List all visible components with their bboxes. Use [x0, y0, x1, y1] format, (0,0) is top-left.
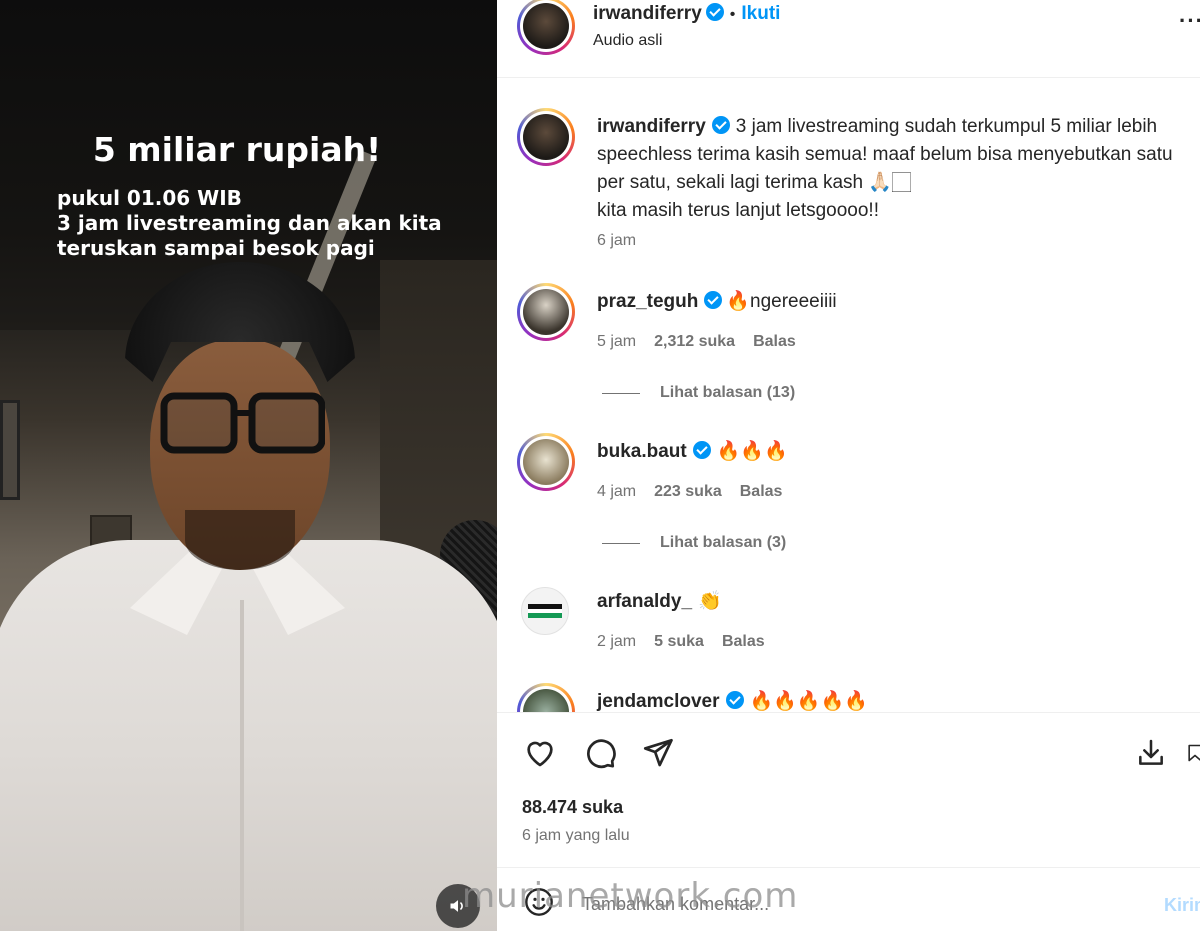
follow-button[interactable]: Ikuti — [741, 3, 780, 24]
caption-line: 3 jam livestreaming sudah terkumpul 5 mi… — [735, 116, 1158, 137]
share-button[interactable] — [638, 733, 678, 773]
bookmark-icon — [1188, 744, 1200, 762]
reel-video[interactable]: 5 miliar rupiah! pukul 01.06 WIB 3 jam l… — [0, 0, 497, 931]
avatar-image — [523, 3, 569, 49]
verified-icon — [704, 291, 723, 309]
comment-input[interactable] — [582, 894, 1082, 915]
comment-likes[interactable]: 5 suka — [654, 633, 704, 650]
comment-body: 👏 — [698, 591, 722, 612]
comment-likes[interactable]: 223 suka — [654, 483, 722, 500]
caption-meta: 6 jam — [597, 232, 654, 250]
like-button[interactable] — [520, 733, 560, 773]
caption-text: irwandiferry 3 jam livestreaming sudah te… — [597, 113, 1173, 225]
caption-avatar[interactable] — [517, 108, 575, 166]
comment-avatar[interactable] — [521, 587, 569, 635]
author-avatar[interactable] — [517, 0, 575, 55]
reply-button[interactable]: Balas — [740, 483, 783, 500]
post-panel: irwandiferry • Ikuti Audio asli ··· irwand… — [497, 0, 1200, 931]
comment-meta: 5 jam 2,312 suka Balas — [597, 333, 814, 351]
video-overlay-title: 5 miliar rupiah! — [92, 130, 382, 169]
comment-likes[interactable]: 2,312 suka — [654, 333, 735, 350]
comment-meta: 4 jam 223 suka Balas — [597, 483, 800, 501]
share-icon — [643, 738, 673, 767]
flag-image — [528, 604, 562, 619]
overlay-line: 3 jam livestreaming dan akan kita — [57, 211, 442, 235]
audio-link[interactable]: Audio asli — [593, 32, 662, 50]
view-replies-label: Lihat balasan (13) — [660, 384, 796, 401]
caption-line: kita masih terus lanjut letsgoooo!! — [597, 200, 879, 221]
video-overlay-text: pukul 01.06 WIB 3 jam livestreaming dan … — [57, 186, 457, 261]
comment-body: 🔥🔥🔥 — [716, 441, 788, 462]
download-button[interactable] — [1131, 733, 1171, 773]
view-replies-button[interactable]: Lihat balasan (13) — [602, 384, 795, 402]
overlay-line: pukul 01.06 WIB — [57, 186, 242, 210]
verified-icon — [692, 441, 711, 459]
comment-username[interactable]: arfanaldy_ — [597, 591, 692, 612]
comment-avatar[interactable] — [517, 433, 575, 491]
heart-icon — [527, 741, 553, 767]
avatar-image — [523, 689, 569, 712]
person-beard — [185, 510, 295, 570]
sound-toggle-button[interactable] — [436, 884, 480, 928]
comment-time: 5 jam — [597, 333, 637, 350]
video-background — [0, 400, 20, 500]
comment-avatar[interactable] — [517, 683, 575, 712]
separator-dot: • — [729, 6, 736, 23]
comment-time: 2 jam — [597, 633, 637, 650]
post-header: irwandiferry • Ikuti Audio asli ··· — [497, 0, 1200, 78]
overlay-line: teruskan sampai besok pagi — [57, 236, 375, 260]
comment-time: 4 jam — [597, 483, 637, 500]
author-line: irwandiferry • Ikuti — [593, 3, 780, 25]
comment-meta: 2 jam 5 suka Balas — [597, 633, 783, 651]
comment-body: 🔥ngereeeiiii — [726, 291, 837, 312]
more-options-icon[interactable]: ··· — [1179, 8, 1200, 34]
comment-body: 🔥🔥🔥🔥🔥 — [749, 691, 868, 712]
emoji-icon — [525, 888, 553, 916]
comment-text: jendamclover 🔥🔥🔥🔥🔥 — [597, 688, 868, 712]
save-button[interactable] — [1185, 733, 1200, 773]
posted-time: 6 jam yang lalu — [522, 827, 630, 844]
reply-button[interactable]: Balas — [722, 633, 765, 650]
verified-icon — [725, 691, 744, 709]
post-actions: 88.474 suka 6 jam yang lalu Kirim — [497, 712, 1200, 931]
speaker-icon — [450, 900, 463, 912]
download-icon — [1139, 739, 1163, 765]
person-shirt — [240, 600, 244, 931]
person-shirt — [0, 540, 497, 931]
add-comment-bar: Kirim — [497, 867, 1200, 931]
author-username[interactable]: irwandiferry — [593, 3, 702, 24]
video-background — [380, 260, 497, 560]
send-button[interactable]: Kirim — [1164, 895, 1200, 916]
view-replies-button[interactable]: Lihat balasan (3) — [602, 534, 786, 552]
replies-line — [602, 392, 640, 394]
view-replies-label: Lihat balasan (3) — [660, 534, 787, 551]
caption-time: 6 jam — [597, 232, 637, 249]
reply-button[interactable]: Balas — [753, 333, 796, 350]
emoji-button[interactable] — [519, 882, 559, 922]
verified-icon — [705, 3, 724, 21]
avatar-image — [523, 289, 569, 335]
likes-count[interactable]: 88.474 suka — [522, 797, 623, 818]
verified-icon — [711, 116, 730, 134]
comment-text: buka.baut 🔥🔥🔥 — [597, 438, 788, 466]
comment-avatar[interactable] — [517, 283, 575, 341]
caption-username[interactable]: irwandiferry — [597, 116, 706, 137]
comment-username[interactable]: praz_teguh — [597, 291, 698, 312]
comment-button[interactable] — [580, 733, 620, 773]
caption-line: per satu, sekali lagi terima kash 🙏🏻🏻 — [597, 172, 912, 193]
person-glasses — [160, 392, 325, 454]
comment-username[interactable]: buka.baut — [597, 441, 687, 462]
avatar-image — [523, 439, 569, 485]
comment-username[interactable]: jendamclover — [597, 691, 720, 712]
comment-text: arfanaldy_ 👏 — [597, 588, 722, 616]
comment-text: praz_teguh 🔥ngereeeiiii — [597, 288, 837, 316]
replies-line — [602, 542, 640, 544]
caption-line: speechless terima kasih semua! maaf belu… — [597, 144, 1173, 165]
comment-icon — [587, 739, 616, 769]
comments-list[interactable]: irwandiferry 3 jam livestreaming sudah te… — [497, 79, 1200, 712]
avatar-image — [523, 114, 569, 160]
